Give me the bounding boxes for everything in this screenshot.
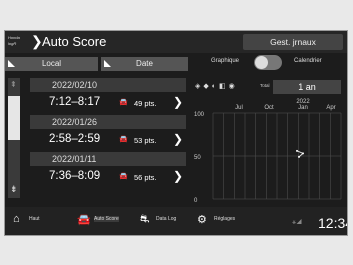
time-range: 2:58–2:59 — [49, 133, 101, 145]
home-icon[interactable]: ⌂ — [13, 213, 20, 225]
speed-icon[interactable]: ◧ — [219, 83, 229, 90]
data-point — [302, 152, 304, 155]
x-tick-label: Oct — [264, 105, 274, 111]
tab-local-label: Local — [41, 59, 62, 68]
chart-bg — [191, 95, 347, 203]
date-header: 2022/01/26 — [30, 115, 186, 129]
data-log-icon[interactable]: ⛐ — [140, 213, 150, 227]
x-tick-label: Apr — [326, 105, 335, 111]
total-label: Total — [260, 83, 270, 88]
y-tick-label: 100 — [194, 112, 205, 118]
car-icon: 🚘 — [119, 136, 128, 143]
car-icon: 🚘 — [119, 99, 128, 106]
date-header: 2022/02/10 — [30, 78, 186, 92]
time-range: 7:12–8:17 — [49, 96, 101, 108]
toggle-knob — [255, 56, 268, 69]
car-nav-icon[interactable]: 🚘 — [77, 213, 91, 226]
tab-date[interactable]: Date — [101, 57, 188, 71]
x-tick-label: Jan — [298, 105, 308, 111]
calendar-view-label: Calendrier — [294, 58, 322, 64]
corner-triangle-icon — [8, 60, 15, 67]
nav-home[interactable]: Haut — [29, 216, 40, 222]
score-category-icons[interactable]: ◈◆◐◧◉ — [195, 82, 238, 90]
score-points: 49 pts. — [134, 99, 157, 108]
chevron-right-icon: ❯ — [173, 95, 184, 109]
score-chart: 100500Jul Oct2022Jan Apr — [191, 95, 347, 203]
app-logo: Honda logR — [8, 35, 20, 46]
nav-auto-score[interactable]: Auto Score — [94, 216, 119, 222]
graph-view-label: Graphique — [211, 58, 240, 64]
brake-icon[interactable]: ◆ — [203, 83, 211, 90]
chevron-right-icon: ❯ — [173, 169, 184, 183]
nav-settings[interactable]: Réglages — [214, 216, 235, 222]
score-points: 56 pts. — [134, 173, 157, 182]
data-point — [298, 155, 300, 158]
title-bar: Honda logR ❯ Auto Score Gest. jrnaux — [5, 31, 347, 53]
range-select[interactable]: 1 an — [273, 80, 341, 94]
time-range: 7:36–8:09 — [49, 170, 101, 182]
tab-local[interactable]: Local — [5, 57, 98, 71]
date-header: 2022/01/11 — [30, 152, 186, 166]
total-radio-icon[interactable]: ◉ — [229, 83, 238, 90]
corner-triangle-icon — [104, 60, 111, 67]
chevron-right-icon: ❯ — [173, 132, 184, 146]
page-title: Auto Score — [42, 34, 107, 49]
signal-icon: ⚹◢ — [292, 219, 302, 226]
steer-icon[interactable]: ◐ — [212, 83, 219, 90]
app-frame: Honda logR ❯ Auto Score Gest. jrnaux Loca… — [4, 30, 348, 236]
data-point — [296, 149, 298, 152]
scroll-thumb[interactable] — [8, 96, 20, 140]
back-chevron-icon[interactable]: ❯ — [31, 34, 43, 48]
gest-journaux-button[interactable]: Gest. jrnaux — [243, 34, 343, 50]
list-item[interactable]: 7:12–8:17 🚘 49 pts. ❯ — [30, 94, 186, 112]
scroll-up-icon[interactable]: ⇞ — [10, 80, 17, 89]
gear-icon[interactable]: ⚙ — [197, 213, 207, 226]
list-scrollbar[interactable]: ⇞ ⇟ — [8, 78, 20, 198]
clock: 12:34 — [318, 215, 347, 231]
list-item[interactable]: 2:58–2:59 🚘 53 pts. ❯ — [30, 131, 186, 149]
score-points: 53 pts. — [134, 136, 157, 145]
y-tick-label: 50 — [194, 155, 201, 161]
scroll-down-icon[interactable]: ⇟ — [10, 184, 18, 195]
view-toggle[interactable] — [254, 55, 282, 70]
car-icon: 🚘 — [119, 173, 128, 180]
list-item[interactable]: 7:36–8:09 🚘 56 pts. ❯ — [30, 168, 186, 186]
x-tick-label: Jul — [235, 105, 243, 111]
nav-data-log[interactable]: Data Log — [156, 216, 176, 222]
tab-date-label: Date — [136, 59, 153, 68]
